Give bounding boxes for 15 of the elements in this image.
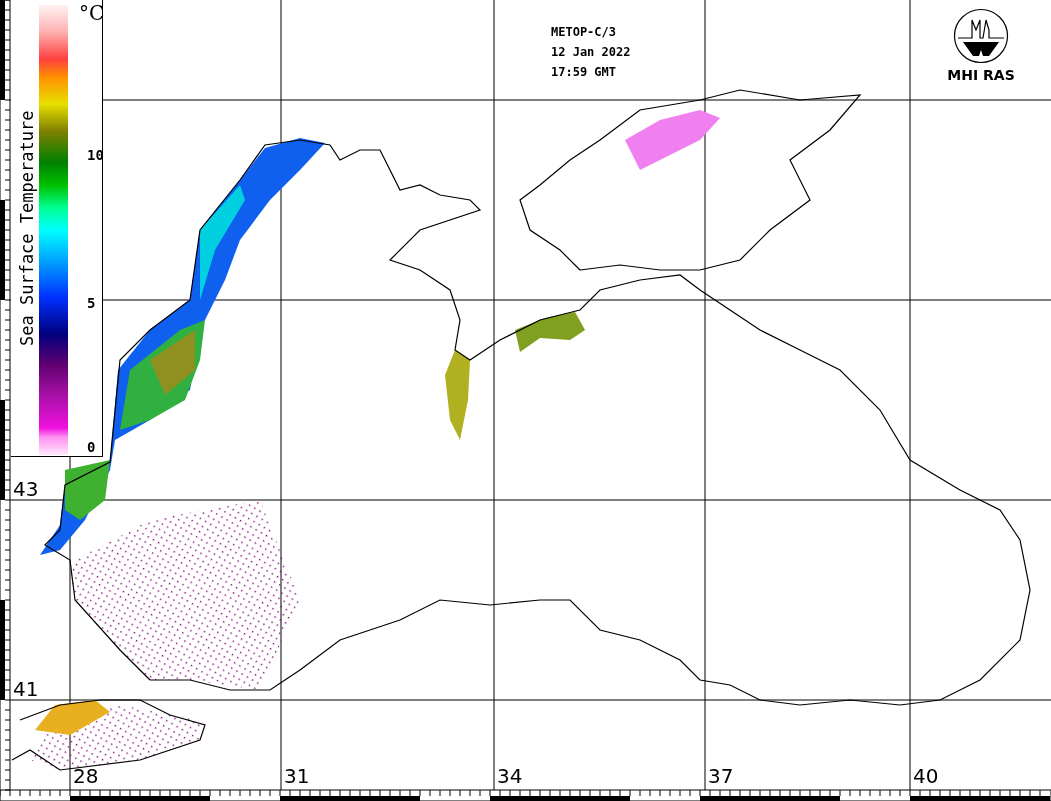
latitude-label: 41 xyxy=(13,678,39,700)
time-label: 17:59 GMT xyxy=(551,64,618,81)
longitude-label: 28 xyxy=(73,765,99,787)
tick-label: 0 xyxy=(87,438,96,456)
logo-icon xyxy=(953,8,1009,64)
longitude-label: 34 xyxy=(497,765,523,787)
logo-text: MHI RAS xyxy=(947,66,1015,84)
longitude-label: 37 xyxy=(708,765,734,787)
legend-title: Sea Surface Temperature xyxy=(17,109,37,348)
longitude-label: 31 xyxy=(284,765,310,787)
tick-label: 5 xyxy=(87,294,96,312)
satellite-name: METOP-C/3 xyxy=(551,24,618,41)
longitude-label: 40 xyxy=(913,765,939,787)
latitude-label: 43 xyxy=(13,478,39,500)
date-label: 12 Jan 2022 xyxy=(551,44,631,61)
